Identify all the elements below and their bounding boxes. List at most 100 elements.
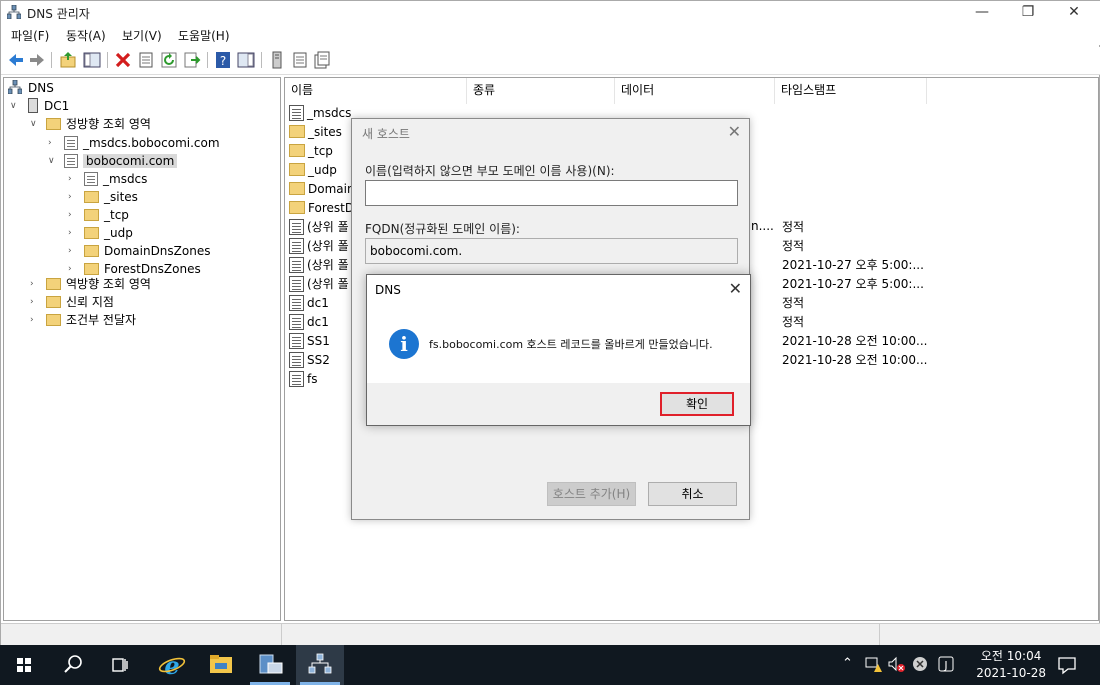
chevron-right-icon[interactable]: › <box>30 311 40 329</box>
column-header-data[interactable]: 데이터 <box>615 78 775 104</box>
list-item[interactable]: _msdcs <box>289 104 351 123</box>
server-manager-icon[interactable] <box>246 645 294 685</box>
tree-forward-zone[interactable]: ∨ 정방향 조회 영역 <box>30 115 151 133</box>
help-icon[interactable]: ? <box>214 51 232 69</box>
network-warning-icon[interactable] <box>864 655 882 673</box>
list-item[interactable]: (상위 폴 <box>289 256 349 275</box>
add-host-button[interactable]: 호스트 추가(H) <box>547 482 636 506</box>
list-item-name: (상위 폴 <box>307 277 349 291</box>
list-item[interactable]: fs <box>289 370 317 389</box>
list-item[interactable]: SS2 <box>289 351 330 370</box>
chevron-down-icon[interactable]: ∨ <box>30 115 40 133</box>
properties-icon[interactable] <box>137 51 155 69</box>
clock-date: 2021-10-28 <box>976 666 1046 680</box>
tree-zone-msdcs[interactable]: › _msdcs.bobocomi.com <box>48 134 220 152</box>
tree-child-msdcs[interactable]: › _msdcs <box>68 170 147 188</box>
column-header-type[interactable]: 종류 <box>467 78 615 104</box>
record-icon <box>289 105 304 121</box>
tree-conditional-forwarders[interactable]: › 조건부 전달자 <box>30 311 136 329</box>
error-icon[interactable] <box>911 655 929 673</box>
tree-trust-points[interactable]: › 신뢰 지점 <box>30 293 114 311</box>
menu-action[interactable]: 동작(A) <box>66 27 106 44</box>
chevron-right-icon[interactable]: › <box>68 170 78 188</box>
list-item[interactable]: ForestDr <box>289 199 359 218</box>
list-item[interactable]: Domain <box>289 180 355 199</box>
column-header-name[interactable]: 이름 <box>285 78 467 104</box>
close-icon[interactable]: ✕ <box>1051 1 1097 25</box>
tree-child-domaindnszones[interactable]: › DomainDnsZones <box>68 242 210 260</box>
delete-icon[interactable] <box>114 51 132 69</box>
tree-dns-root[interactable]: DNS <box>7 79 54 97</box>
new-host-icon[interactable] <box>291 51 309 69</box>
ok-button[interactable]: 확인 <box>660 392 734 416</box>
chevron-down-icon[interactable]: ∨ <box>48 152 58 170</box>
minimize-icon[interactable]: — <box>959 1 1005 25</box>
forward-icon[interactable] <box>28 51 46 69</box>
refresh-icon[interactable] <box>160 51 178 69</box>
host-name-input[interactable] <box>365 180 738 206</box>
tree-child-udp[interactable]: › _udp <box>68 224 133 242</box>
volume-muted-icon[interactable] <box>887 655 905 673</box>
chevron-right-icon[interactable]: › <box>48 134 58 152</box>
folder-icon <box>84 227 99 239</box>
menu-view[interactable]: 보기(V) <box>122 27 162 44</box>
ime-icon[interactable]: J <box>937 655 955 673</box>
list-item[interactable]: SS1 <box>289 332 330 351</box>
tree-zone-bobocomi[interactable]: ∨ bobocomi.com <box>48 152 178 170</box>
list-item-timestamp: 2021-10-27 오후 5:00:... <box>782 258 924 272</box>
chevron-right-icon[interactable]: › <box>30 275 40 293</box>
clock[interactable]: 오전 10:04 2021-10-28 <box>976 648 1046 682</box>
chevron-right-icon[interactable]: › <box>68 224 78 242</box>
action-pane-icon[interactable] <box>237 51 255 69</box>
list-item-name: SS2 <box>307 353 330 367</box>
console-tree[interactable]: DNS ∨ DC1 ∨ 정방향 조회 영역 › _msdcs.bobocomi.… <box>3 77 281 621</box>
list-item[interactable]: _sites <box>289 123 342 142</box>
show-hide-tree-icon[interactable] <box>83 51 101 69</box>
start-icon[interactable] <box>0 645 48 685</box>
record-icon <box>289 371 304 387</box>
chevron-right-icon[interactable]: › <box>30 293 40 311</box>
list-item-name: _tcp <box>308 144 333 158</box>
task-view-icon[interactable] <box>96 645 144 685</box>
list-item[interactable]: (상위 폴 <box>289 237 349 256</box>
notification-icon[interactable] <box>1057 655 1077 675</box>
file-explorer-icon[interactable] <box>197 645 245 685</box>
search-icon[interactable] <box>49 645 97 685</box>
list-item[interactable]: (상위 폴 <box>289 275 349 294</box>
close-icon[interactable]: ✕ <box>729 279 742 298</box>
tree-reverse-zone[interactable]: › 역방향 조회 영역 <box>30 275 151 293</box>
tree-server-dc1[interactable]: ∨ DC1 <box>10 97 69 115</box>
list-item[interactable]: dc1 <box>289 313 329 332</box>
restore-icon[interactable]: ❐ <box>1005 1 1051 25</box>
internet-explorer-icon[interactable]: e <box>148 645 196 685</box>
back-icon[interactable] <box>7 51 25 69</box>
list-item-name: dc1 <box>307 315 329 329</box>
server-icon[interactable] <box>268 51 286 69</box>
tree-child-tcp[interactable]: › _tcp <box>68 206 129 224</box>
tree-label: ForestDnsZones <box>104 262 201 276</box>
tree-label: 신뢰 지점 <box>66 295 114 309</box>
cancel-button[interactable]: 취소 <box>648 482 737 506</box>
list-item[interactable]: dc1 <box>289 294 329 313</box>
list-item[interactable]: _tcp <box>289 142 333 161</box>
close-icon[interactable]: ✕ <box>728 122 741 141</box>
export-icon[interactable] <box>183 51 201 69</box>
chevron-down-icon[interactable]: ∨ <box>10 97 20 115</box>
folder-icon <box>46 278 61 290</box>
column-header-timestamp[interactable]: 타임스탬프 <box>775 78 927 104</box>
folder-icon <box>84 191 99 203</box>
dns-message-box: DNS ✕ i fs.bobocomi.com 호스트 레코드를 올바르게 만들… <box>366 274 751 426</box>
record-icon <box>289 295 304 311</box>
chevron-right-icon[interactable]: › <box>68 206 78 224</box>
up-folder-icon[interactable] <box>59 51 77 69</box>
chevron-up-icon[interactable]: ⌃ <box>842 656 853 671</box>
dns-manager-taskbar-button[interactable] <box>296 645 344 685</box>
chevron-right-icon[interactable]: › <box>68 188 78 206</box>
list-item[interactable]: _udp <box>289 161 337 180</box>
new-record-icon[interactable] <box>313 51 331 69</box>
list-item[interactable]: (상위 폴 <box>289 218 349 237</box>
menu-file[interactable]: 파일(F) <box>11 27 49 44</box>
menu-help[interactable]: 도움말(H) <box>178 27 230 44</box>
tree-child-sites[interactable]: › _sites <box>68 188 138 206</box>
chevron-right-icon[interactable]: › <box>68 242 78 260</box>
